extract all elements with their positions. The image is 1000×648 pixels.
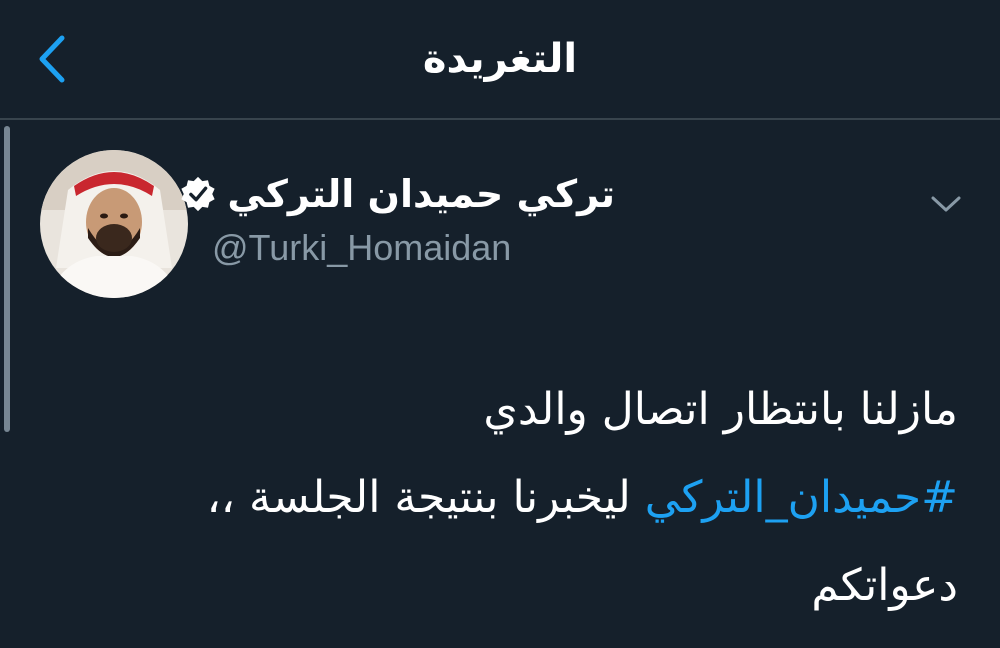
- tweet-text-line-2: #حميدان_التركي ليخبرنا بنتيجة الجلسة ،،: [58, 454, 958, 542]
- author-name-row[interactable]: تركي حميدان التركي: [179, 168, 615, 220]
- author-handle[interactable]: @Turki_Homaidan: [212, 222, 511, 274]
- tweet-text-line-2-rest: ليخبرنا بنتيجة الجلسة ،،: [206, 472, 645, 523]
- tweet-detail-screen: التغريدة تركي حميدان التركي @Turki_Homai…: [0, 0, 1000, 648]
- scrollbar[interactable]: [4, 126, 10, 432]
- tweet-text-line-1: مازلنا بانتظار اتصال والدي: [483, 384, 958, 435]
- avatar-image: [40, 150, 188, 298]
- chevron-down-icon: [931, 196, 961, 212]
- page-title: التغريدة: [422, 36, 578, 82]
- author-display-name[interactable]: تركي حميدان التركي: [227, 172, 615, 216]
- tweet-options-button[interactable]: [926, 184, 966, 224]
- avatar[interactable]: [40, 150, 188, 298]
- tweet-text: مازلنا بانتظار اتصال والدي #حميدان_الترك…: [58, 366, 958, 630]
- top-bar: التغريدة: [0, 0, 1000, 120]
- tweet-text-line-3: دعواتكم: [811, 560, 958, 611]
- verified-badge-icon: [181, 176, 215, 212]
- hashtag-link[interactable]: #حميدان_التركي: [645, 472, 958, 523]
